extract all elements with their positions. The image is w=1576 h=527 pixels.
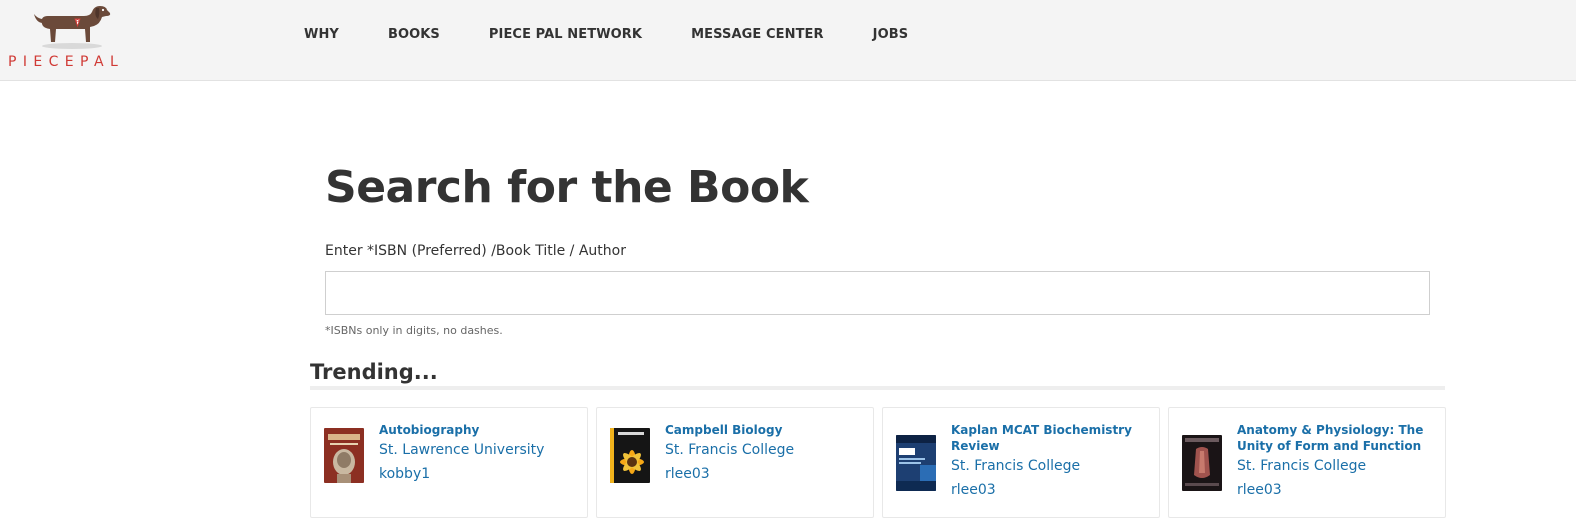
book-card-anatomy-physiology[interactable]: Anatomy & Physiology: The Unity of Form … <box>1168 407 1446 518</box>
trending-books-list: Autobiography St. Lawrence University ko… <box>310 407 1446 519</box>
book-card-campbell-biology[interactable]: Campbell Biology St. Francis College rle… <box>596 407 874 518</box>
book-owner[interactable]: rlee03 <box>951 480 1151 500</box>
search-label: Enter *ISBN (Preferred) /Book Title / Au… <box>325 243 626 259</box>
nav-why[interactable]: WHY <box>304 27 339 42</box>
book-school: St. Francis College <box>951 458 1081 474</box>
book-search-input[interactable] <box>325 271 1430 315</box>
book-cover-image <box>1182 435 1222 491</box>
book-title[interactable]: Kaplan MCAT Biochemistry Review <box>951 422 1151 454</box>
trending-divider <box>310 386 1445 390</box>
book-title[interactable]: Autobiography <box>379 422 579 438</box>
book-owner[interactable]: rlee03 <box>1237 480 1437 500</box>
book-school: St. Francis College <box>665 442 795 458</box>
piecepal-logo[interactable]: P PIECEPAL <box>6 4 142 70</box>
trending-heading: Trending... <box>310 360 438 384</box>
brand-name: PIECEPAL <box>8 54 125 70</box>
main-nav: WHY BOOKS PIECE PAL NETWORK MESSAGE CENT… <box>304 27 957 42</box>
nav-piece-pal-network[interactable]: PIECE PAL NETWORK <box>489 27 642 42</box>
book-school: St. Lawrence University <box>379 442 545 458</box>
book-cover-image <box>324 428 364 483</box>
svg-text:P: P <box>76 19 80 26</box>
nav-books[interactable]: BOOKS <box>388 27 440 42</box>
book-owner[interactable]: kobby1 <box>379 464 579 484</box>
book-card-kaplan-mcat[interactable]: Kaplan MCAT Biochemistry Review St. Fran… <box>882 407 1160 518</box>
book-cover-image <box>896 435 936 491</box>
book-card-autobiography[interactable]: Autobiography St. Lawrence University ko… <box>310 407 588 518</box>
book-title[interactable]: Anatomy & Physiology: The Unity of Form … <box>1237 422 1437 454</box>
site-header: P PIECEPAL WHY BOOKS PIECE PAL NETWORK M… <box>0 0 1576 81</box>
nav-message-center[interactable]: MESSAGE CENTER <box>691 27 824 42</box>
book-school: St. Francis College <box>1237 458 1367 474</box>
book-cover-image <box>610 428 650 483</box>
book-owner[interactable]: rlee03 <box>665 464 865 484</box>
nav-jobs[interactable]: JOBS <box>873 27 909 42</box>
dachshund-logo-icon: P <box>34 6 111 49</box>
page-title: Search for the Book <box>325 162 809 213</box>
book-title[interactable]: Campbell Biology <box>665 422 865 438</box>
search-hint: *ISBNs only in digits, no dashes. <box>325 324 503 337</box>
